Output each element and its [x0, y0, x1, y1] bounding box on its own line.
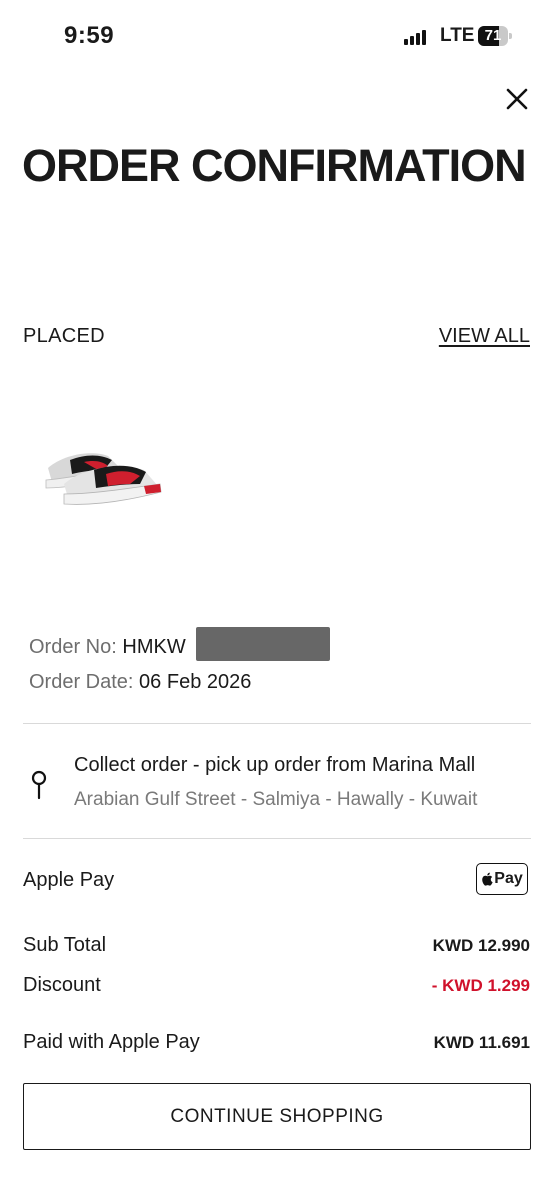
close-icon: [506, 88, 528, 110]
redaction-block: [196, 627, 330, 661]
payment-method: Apple Pay: [23, 869, 115, 891]
paid-label: Paid with Apple Pay: [23, 1031, 200, 1053]
order-number-value: HMKW: [122, 636, 186, 658]
pickup-title: Collect order - pick up order from Marin…: [74, 754, 476, 776]
network-type: LTE: [440, 25, 475, 46]
divider: [23, 838, 531, 839]
subtotal-label: Sub Total: [23, 934, 107, 956]
page-title: ORDER CONFIRMATION: [22, 140, 527, 191]
paid-value: KWD 11.691: [433, 1033, 530, 1052]
status-bar: 9:59 LTE 71: [0, 0, 554, 76]
continue-shopping-button[interactable]: CONTINUE SHOPPING: [23, 1083, 531, 1150]
status-time: 9:59: [64, 22, 115, 49]
battery-level: 71: [484, 27, 502, 44]
order-status: PLACED: [23, 325, 105, 347]
order-date-label: Order Date:: [29, 671, 134, 693]
map-pin-icon: [31, 770, 47, 800]
apple-pay-badge-text: Pay: [494, 870, 523, 887]
order-number-row: Order No: HMKW: [29, 636, 186, 659]
apple-icon: [482, 872, 493, 886]
apple-pay-badge: Pay: [476, 863, 528, 895]
page-title-text: ORDER CONFIRMATION: [22, 140, 527, 191]
view-all-link[interactable]: VIEW ALL: [439, 325, 530, 348]
order-number-label: Order No:: [29, 636, 117, 658]
battery-icon: 71: [478, 26, 512, 46]
subtotal-value: KWD 12.990: [432, 936, 530, 955]
order-date-value: 06 Feb 2026: [139, 671, 252, 693]
divider: [23, 723, 531, 724]
cellular-signal-icon: [404, 29, 426, 45]
discount-label: Discount: [23, 974, 101, 996]
sneaker-image: [45, 453, 162, 505]
pickup-address: Arabian Gulf Street - Salmiya - Hawally …: [74, 789, 478, 810]
close-button[interactable]: [500, 82, 534, 116]
order-date-row: Order Date: 06 Feb 2026: [29, 671, 251, 694]
discount-value: - KWD 1.299: [431, 976, 530, 995]
